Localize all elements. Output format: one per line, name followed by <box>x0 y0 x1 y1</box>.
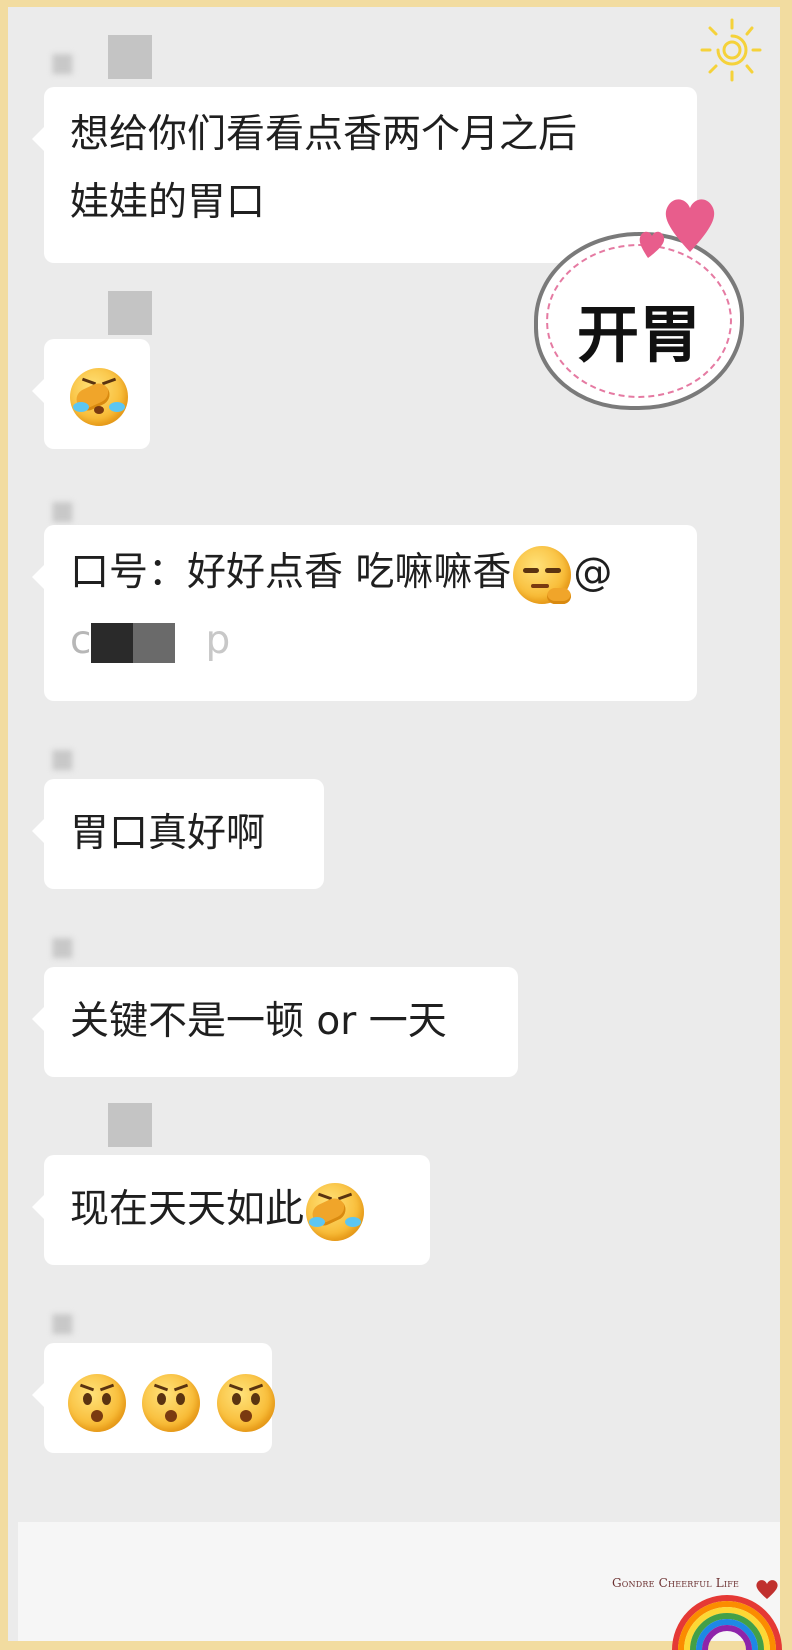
sender-name-blurred: ■ <box>50 1308 75 1338</box>
sticker-label: 开胃 <box>576 298 701 371</box>
message-line: 想给你们看看点香两个月之后 <box>70 112 578 157</box>
mention-end: p <box>205 618 231 663</box>
watermark-brand: Gondre Cheerful Life <box>612 1576 740 1590</box>
sender-name-blurred: ■ <box>50 932 75 962</box>
slogan-text: 口号：好好点香 吃嘛嘛香 <box>70 550 512 595</box>
hearts-icon <box>639 199 715 258</box>
stunned-emoji-icon <box>216 1373 275 1432</box>
smirk-emoji-icon <box>513 545 572 604</box>
redaction-dark <box>91 622 134 663</box>
message-text: 现在天天如此 <box>70 1187 305 1232</box>
sender-name-blurred: ■ <box>50 496 75 526</box>
redaction-grey <box>133 622 176 663</box>
sticker-badge: 开胃 <box>534 232 744 410</box>
blurred-sender <box>108 35 152 79</box>
message-bubble-7[interactable] <box>32 1343 275 1453</box>
mention-symbol: @ <box>573 550 613 595</box>
message-bubble-6[interactable]: 现在天天如此 <box>32 1155 430 1265</box>
message-bubble-4[interactable]: 胃口真好啊 <box>32 779 324 889</box>
message-bubble-3[interactable]: 口号：好好点香 吃嘛嘛香 @ cp <box>32 525 697 701</box>
mention-start: c <box>70 618 92 663</box>
message-line: 娃娃的胃口 <box>70 180 266 225</box>
sender-name-blurred: ■ <box>50 744 75 774</box>
message-line: 口号：好好点香 吃嘛嘛香 @ <box>70 539 671 607</box>
message-bubble-2[interactable] <box>32 339 150 449</box>
sender-name-blurred: ■ <box>50 48 75 78</box>
message-bubble-5[interactable]: 关键不是一顿 or 一天 <box>32 967 518 1077</box>
mention-line[interactable]: cp <box>70 607 671 675</box>
stunned-emoji-icon <box>68 1373 126 1432</box>
facepalm-emoji-icon <box>306 1182 365 1241</box>
blurred-sender <box>108 1103 152 1147</box>
message-text: 胃口真好啊 <box>70 811 266 856</box>
sun-icon <box>700 18 762 82</box>
blurred-sender <box>108 291 152 335</box>
message-text: 关键不是一顿 or 一天 <box>70 999 447 1044</box>
stunned-emoji-icon <box>142 1373 201 1432</box>
rainbow-icon <box>672 1595 782 1650</box>
redaction-blur <box>175 622 206 663</box>
facepalm-emoji-icon <box>70 367 128 426</box>
message-bubble-1[interactable]: 想给你们看看点香两个月之后 娃娃的胃口 <box>32 87 697 263</box>
